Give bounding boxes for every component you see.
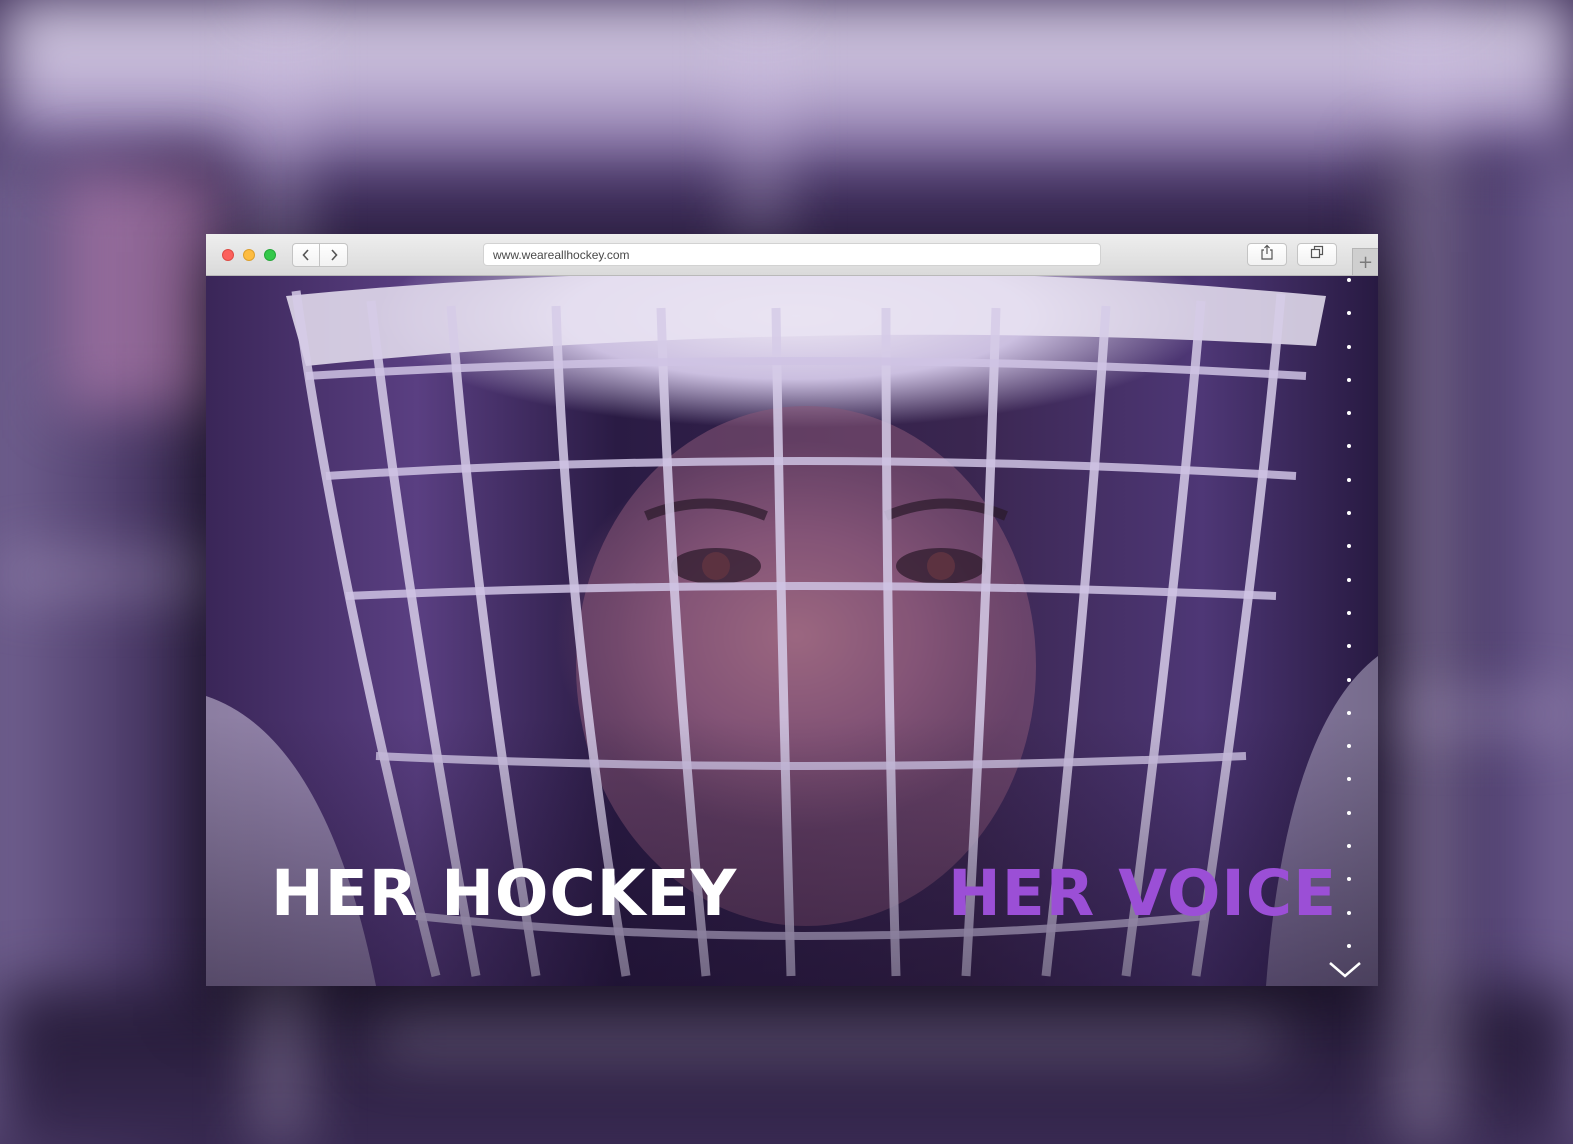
section-dot[interactable] [1347, 910, 1351, 915]
section-dot[interactable] [1347, 710, 1351, 715]
browser-toolbar: www.weareallhockey.com + [206, 234, 1378, 276]
section-dot[interactable] [1347, 744, 1351, 749]
section-dots-nav [1345, 278, 1353, 948]
minimize-window-button[interactable] [243, 249, 255, 261]
back-button[interactable] [292, 243, 320, 267]
hero-bottom-shade [206, 716, 1378, 986]
share-icon [1260, 244, 1274, 265]
browser-window: www.weareallhockey.com + HER HOCKEY HER … [206, 234, 1378, 986]
backdrop-cage-bar [0, 560, 220, 590]
headline-her-hockey: HER HOCKEY [271, 857, 738, 930]
section-dot[interactable] [1347, 810, 1351, 815]
section-dot[interactable] [1347, 610, 1351, 615]
headline-her-voice: HER VOICE [948, 857, 1338, 930]
section-dot[interactable] [1347, 544, 1351, 549]
section-dot[interactable] [1347, 677, 1351, 682]
backdrop-cage-bar [380, 1020, 1280, 1050]
section-dot[interactable] [1347, 511, 1351, 516]
section-dot[interactable] [1347, 278, 1351, 282]
tab-overview-button[interactable] [1297, 243, 1337, 266]
backdrop-cage-bar [1380, 700, 1573, 728]
backdrop-cage-bar [740, 0, 780, 240]
share-button[interactable] [1247, 243, 1287, 266]
chevron-down-icon [1328, 962, 1362, 984]
chevron-left-icon [302, 249, 310, 261]
backdrop-top-glow [0, 0, 1573, 170]
page-viewport: HER HOCKEY HER VOICE [206, 276, 1378, 986]
backdrop-bottom-glow [0, 990, 1573, 1144]
section-dot[interactable] [1347, 444, 1351, 449]
tab-overview-icon [1310, 245, 1324, 264]
section-dot[interactable] [1347, 777, 1351, 782]
section-dot[interactable] [1347, 377, 1351, 382]
section-dot[interactable] [1347, 877, 1351, 882]
section-dot[interactable] [1347, 344, 1351, 349]
section-dot[interactable] [1347, 577, 1351, 582]
zoom-window-button[interactable] [264, 249, 276, 261]
backdrop-cage-bar [1400, 0, 1450, 1144]
section-dot[interactable] [1347, 477, 1351, 482]
chevron-right-icon [330, 249, 338, 261]
close-window-button[interactable] [222, 249, 234, 261]
section-dot[interactable] [1347, 644, 1351, 649]
address-bar[interactable]: www.weareallhockey.com [483, 243, 1101, 266]
section-dot[interactable] [1347, 844, 1351, 849]
backdrop-pink-patch [60, 170, 220, 410]
scroll-down-button[interactable] [1328, 960, 1362, 980]
section-dot[interactable] [1347, 943, 1351, 948]
plus-icon: + [1357, 251, 1374, 273]
section-dot[interactable] [1347, 311, 1351, 316]
url-text: www.weareallhockey.com [493, 247, 630, 262]
new-tab-button[interactable]: + [1352, 248, 1378, 275]
forward-button[interactable] [320, 243, 348, 267]
section-dot[interactable] [1347, 411, 1351, 416]
